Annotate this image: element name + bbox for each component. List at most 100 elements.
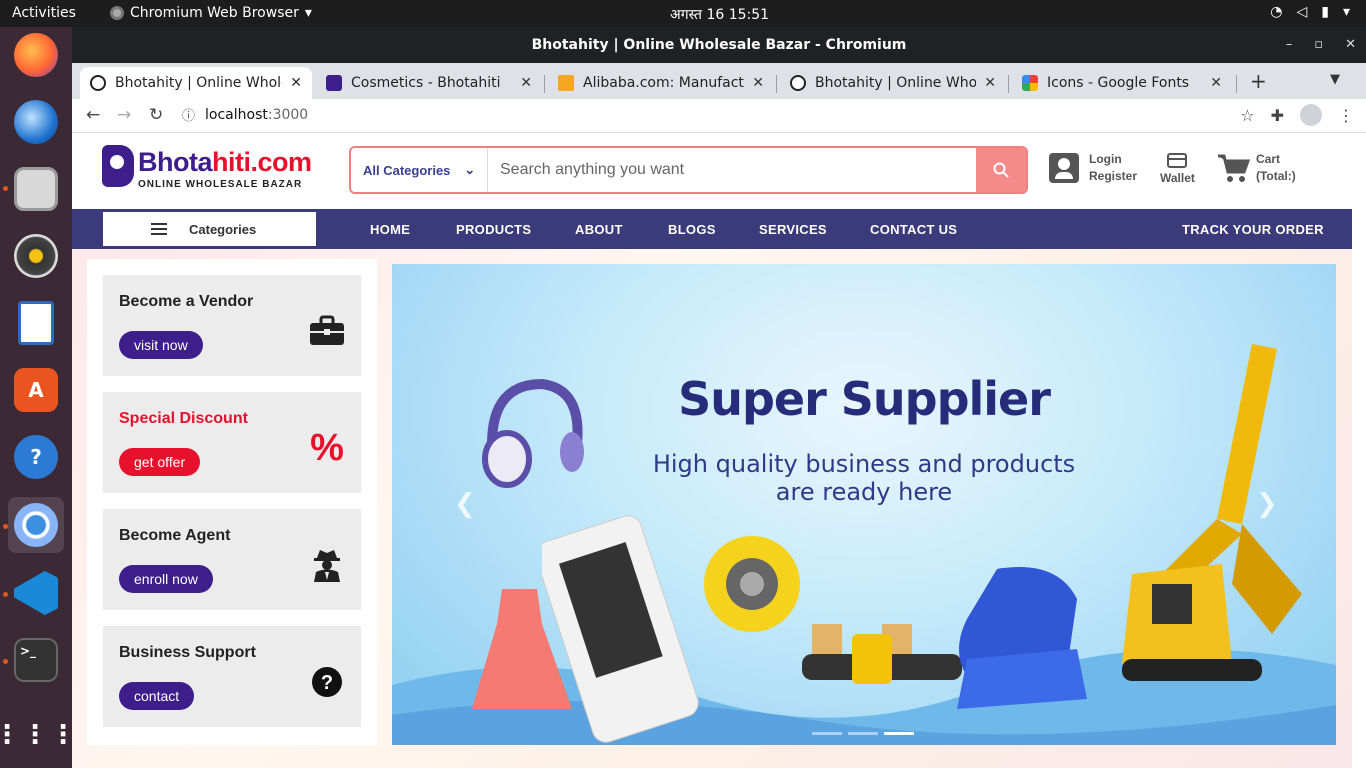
user-icon	[1049, 153, 1079, 183]
bookmark-star-icon[interactable]: ☆	[1240, 106, 1254, 125]
close-icon[interactable]: ✕	[984, 75, 996, 91]
dock-thunderbird[interactable]	[8, 94, 64, 150]
register-link[interactable]: Register	[1089, 168, 1137, 185]
dock-vscode[interactable]	[8, 565, 64, 621]
contact-button[interactable]: contact	[119, 682, 195, 710]
close-icon[interactable]: ✕	[1210, 75, 1222, 91]
nav-contact-us[interactable]: CONTACT US	[870, 222, 957, 237]
nav-about[interactable]: ABOUT	[575, 222, 623, 237]
hero-headline: Super Supplier	[678, 372, 1051, 426]
logo-mark-icon	[102, 145, 134, 187]
search-input[interactable]	[488, 148, 976, 192]
question-icon: ?	[309, 664, 345, 700]
software-center-icon: A	[14, 368, 58, 412]
back-icon[interactable]: ←	[86, 105, 100, 125]
promo-card-support: Business Support contact ?	[103, 626, 361, 727]
chromium-icon	[14, 503, 58, 547]
dock-help[interactable]: ?	[8, 429, 64, 485]
document-icon	[18, 301, 54, 345]
dock-files[interactable]	[8, 161, 64, 217]
tab-title: Alibaba.com: Manufactu	[583, 75, 745, 91]
tab[interactable]: Alibaba.com: Manufactu ✕	[548, 67, 774, 99]
nav-blogs[interactable]: BLOGS	[668, 222, 716, 237]
login-link[interactable]: Login	[1089, 151, 1137, 168]
dress-illustration	[472, 589, 572, 709]
site-logo[interactable]: Bhotahiti.com ONLINE WHOLESALE BAZAR	[102, 143, 312, 193]
visit-now-button[interactable]: visit now	[119, 331, 203, 359]
tab-title: Cosmetics - Bhotahiti	[351, 75, 501, 91]
window-titlebar: Bhotahity | Online Wholesale Bazar - Chr…	[72, 27, 1366, 63]
logo-tagline: ONLINE WHOLESALE BAZAR	[138, 179, 303, 190]
forward-icon[interactable]: →	[117, 105, 131, 125]
nav-services[interactable]: SERVICES	[759, 222, 827, 237]
category-select[interactable]: All Categories ⌄	[351, 148, 488, 192]
cart-link[interactable]: Cart (Total:)	[1216, 151, 1296, 185]
dock-rhythmbox[interactable]	[8, 228, 64, 284]
carousel-indicator[interactable]	[848, 732, 878, 735]
search-button[interactable]	[976, 148, 1026, 192]
web-page: Bhotahiti.com ONLINE WHOLESALE BAZAR All…	[72, 133, 1366, 768]
dock-show-apps[interactable]: ⋮⋮⋮	[0, 707, 78, 763]
address-bar[interactable]: ⓘ localhost:3000	[182, 105, 308, 125]
rhythmbox-icon	[14, 234, 58, 278]
new-tab-icon[interactable]: +	[1250, 69, 1267, 93]
app-grid-icon: ⋮⋮⋮	[0, 720, 78, 750]
close-icon[interactable]: ✕	[1345, 27, 1356, 63]
carousel-indicator[interactable]	[884, 732, 914, 735]
browser-window: Bhotahity | Online Wholesale Bazar - Chr…	[72, 27, 1366, 768]
get-offer-button[interactable]: get offer	[119, 448, 201, 476]
categories-button[interactable]: Categories	[103, 212, 316, 246]
thunderbird-icon	[14, 100, 58, 144]
profile-avatar[interactable]	[1300, 104, 1322, 126]
window-title: Bhotahity | Online Wholesale Bazar - Chr…	[531, 37, 907, 53]
tab-search-icon[interactable]: ▼	[1330, 72, 1340, 87]
dock-writer[interactable]	[8, 295, 64, 351]
chair-illustration	[957, 567, 1087, 709]
dock-software[interactable]: A	[8, 362, 64, 418]
files-icon	[14, 167, 58, 211]
promo-card-agent: Become Agent enroll now	[103, 509, 361, 610]
activities-button[interactable]: Activities	[12, 5, 76, 21]
carousel-next-icon[interactable]: ❯	[1256, 489, 1278, 519]
hero-subline-2: are ready here	[775, 478, 953, 506]
logo-wordmark: Bhotahiti.com	[138, 147, 312, 177]
tab[interactable]: Icons - Google Fonts ✕	[1012, 67, 1232, 99]
tab-favicon	[90, 75, 106, 91]
close-icon[interactable]: ✕	[752, 75, 764, 91]
nav-home[interactable]: HOME	[370, 222, 410, 237]
search-icon	[993, 162, 1009, 178]
dock-chromium[interactable]	[8, 497, 64, 553]
nav-products[interactable]: PRODUCTS	[456, 222, 531, 237]
maximize-icon[interactable]: ▫	[1314, 27, 1323, 63]
dock-terminal[interactable]: >_	[8, 632, 64, 688]
carousel-indicator[interactable]	[812, 732, 842, 735]
browser-menu-icon[interactable]: ⋮	[1338, 106, 1354, 125]
reload-icon[interactable]: ↻	[149, 105, 163, 125]
tab[interactable]: Bhotahity | Online Whole ✕	[80, 67, 312, 99]
hero-subheadline: High quality business and products are r…	[392, 450, 1336, 506]
hero-subline-1: High quality business and products	[652, 450, 1076, 478]
cart-icon	[1218, 154, 1250, 182]
minimize-icon[interactable]: –	[1286, 27, 1293, 63]
tab[interactable]: Bhotahity | Online Whole ✕	[780, 67, 1006, 99]
nav-track-order[interactable]: TRACK YOUR ORDER	[1182, 222, 1324, 237]
wallet-link[interactable]: Wallet	[1160, 153, 1195, 187]
app-menu[interactable]: Chromium Web Browser ▾	[110, 5, 312, 21]
search-bar: All Categories ⌄	[349, 146, 1028, 194]
extensions-icon[interactable]: ✚	[1271, 106, 1284, 125]
system-tray[interactable]: ◔ ◁ ▮ ▾	[1270, 4, 1350, 20]
carousel-prev-icon[interactable]: ❮	[454, 489, 476, 519]
tab-strip: Bhotahity | Online Whole ✕ Cosmetics - B…	[72, 63, 1366, 99]
enroll-now-button[interactable]: enroll now	[119, 565, 213, 593]
close-icon[interactable]: ✕	[520, 75, 532, 91]
dock-firefox[interactable]	[8, 27, 64, 83]
site-info-icon[interactable]: ⓘ	[182, 105, 195, 124]
terminal-icon: >_	[14, 638, 58, 682]
promo-card-list: Become a Vendor visit now Special Discou…	[87, 259, 377, 745]
close-icon[interactable]: ✕	[290, 75, 302, 91]
chevron-down-icon: ⌄	[464, 162, 476, 177]
battery-icon: ▮	[1321, 4, 1329, 20]
tab[interactable]: Cosmetics - Bhotahiti ✕	[316, 67, 542, 99]
tab-favicon	[558, 75, 574, 91]
clock[interactable]: अगस्त 16 15:51	[670, 5, 769, 24]
